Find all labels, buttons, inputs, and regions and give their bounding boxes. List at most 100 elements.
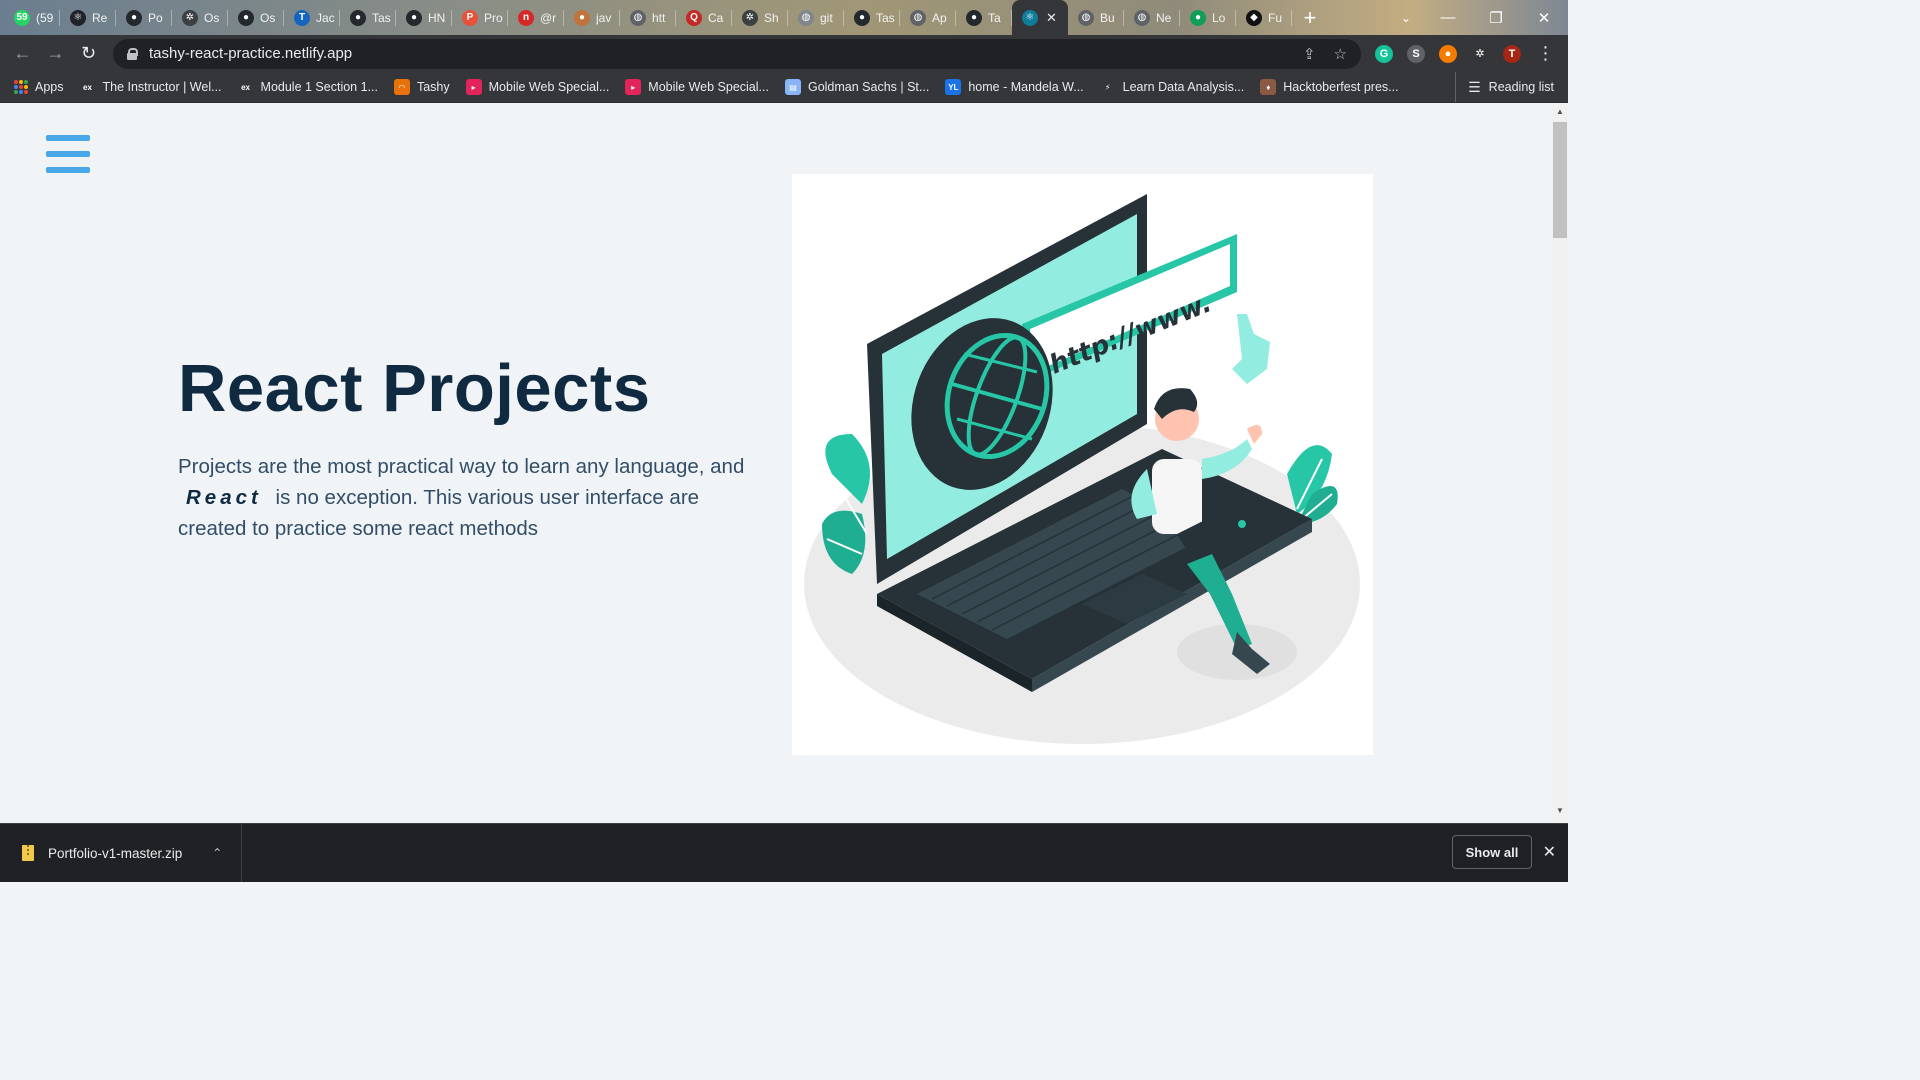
- tab-active[interactable]: ⚛ ✕: [1012, 0, 1068, 35]
- tab[interactable]: ● HN: [396, 0, 452, 35]
- tab[interactable]: ✲ Sh: [732, 0, 788, 35]
- yali-icon: YL: [945, 79, 962, 95]
- udacity-icon: ▸: [465, 79, 482, 95]
- tab[interactable]: ◍ Bu: [1068, 0, 1124, 35]
- tab-title: Fu: [1268, 10, 1283, 25]
- minimize-button[interactable]: —: [1424, 9, 1472, 26]
- tab-title: Ca: [708, 10, 724, 25]
- tab[interactable]: T Jac: [284, 0, 340, 35]
- tab[interactable]: ● Lo: [1180, 0, 1236, 35]
- bookmark-star-icon[interactable]: ☆: [1334, 45, 1347, 63]
- tab[interactable]: ◍ Ne: [1124, 0, 1180, 35]
- bookmark-item[interactable]: ◠ Tashy: [393, 79, 450, 95]
- reload-button[interactable]: ↻: [72, 43, 105, 64]
- globe-icon: ◍: [798, 9, 814, 26]
- new-tab-button[interactable]: +: [1296, 5, 1324, 31]
- download-item[interactable]: Portfolio-v1-master.zip ⌃: [0, 824, 242, 882]
- tab-title: Re: [92, 10, 108, 25]
- back-button[interactable]: ←: [6, 43, 39, 64]
- q-icon: Q: [686, 9, 702, 26]
- scrollbar-thumb[interactable]: [1553, 122, 1567, 238]
- tab[interactable]: ● Ta: [956, 0, 1012, 35]
- tab-title: jav: [596, 10, 612, 25]
- tab-title: Sh: [764, 10, 779, 25]
- tab-title: Jac: [316, 10, 335, 25]
- tab-title: HN: [428, 10, 446, 25]
- download-options-chevron-icon[interactable]: ⌃: [212, 846, 222, 860]
- page-scrollbar[interactable]: ▲ ▼: [1552, 104, 1568, 823]
- s-extension-icon[interactable]: S: [1407, 44, 1425, 63]
- tab-strip: 59 (59 ⚛ Re ● Po ✲ Os ● Os T Jac ● Tas ● HN P Pro n @r ● jav ◍…: [0, 0, 1568, 35]
- puzzle-icon[interactable]: ✲: [1471, 44, 1489, 63]
- bookmarks-bar: Apps ex The Instructor | Wel... ex Module 1…: [0, 72, 1568, 103]
- react-emphasis: React: [186, 486, 262, 509]
- description-text: Projects are the most practical way to l…: [178, 455, 745, 478]
- pointer-hand-icon: [1232, 314, 1270, 384]
- share-icon[interactable]: ⇪: [1303, 45, 1316, 63]
- lock-icon[interactable]: [127, 47, 138, 60]
- url-text[interactable]: tashy-react-practice.netlify.app: [149, 45, 352, 62]
- tab-title: Os: [204, 10, 220, 25]
- tab[interactable]: P Pro: [452, 0, 508, 35]
- tab[interactable]: ✲ Os: [172, 0, 228, 35]
- show-all-button[interactable]: Show all: [1452, 835, 1532, 869]
- download-filename[interactable]: Portfolio-v1-master.zip: [48, 846, 182, 861]
- tab[interactable]: ● Os: [228, 0, 284, 35]
- tab[interactable]: 59 (59: [4, 0, 60, 35]
- bookmark-item[interactable]: ▤ Goldman Sachs | St...: [784, 79, 929, 95]
- scroll-down-icon[interactable]: ▼: [1552, 806, 1568, 820]
- tab[interactable]: Q Ca: [676, 0, 732, 35]
- bookmark-item[interactable]: ▸ Mobile Web Special...: [465, 79, 610, 95]
- hero-illustration: http://www.: [792, 174, 1373, 755]
- p-icon: P: [462, 9, 478, 26]
- github-icon: ●: [854, 9, 870, 26]
- github-icon: ●: [238, 9, 254, 26]
- tab-title: @r: [540, 10, 557, 25]
- bookmark-item[interactable]: ⚡ Learn Data Analysis...: [1099, 79, 1245, 95]
- globe-icon: ◍: [1078, 9, 1094, 26]
- bookmark-item[interactable]: ♦ Hacktoberfest pres...: [1260, 79, 1399, 95]
- close-tab-icon[interactable]: ✕: [1046, 10, 1057, 26]
- close-window-button[interactable]: ✕: [1520, 9, 1568, 27]
- bookmark-apps[interactable]: Apps: [14, 80, 64, 94]
- bookmark-item[interactable]: ▸ Mobile Web Special...: [625, 79, 769, 95]
- tab[interactable]: ◍ htt: [620, 0, 676, 35]
- react-icon: ⚛: [1022, 9, 1038, 26]
- chrome-menu-button[interactable]: ⋮: [1529, 43, 1562, 64]
- tab[interactable]: ⚛ Re: [60, 0, 116, 35]
- close-download-bar-icon[interactable]: ✕: [1543, 842, 1556, 862]
- reading-list-button[interactable]: ☰ Reading list: [1455, 72, 1554, 102]
- bookmark-label: Module 1 Section 1...: [260, 80, 378, 94]
- bookmark-item[interactable]: ex Module 1 Section 1...: [237, 79, 378, 95]
- address-bar[interactable]: tashy-react-practice.netlify.app ⇪ ☆: [113, 38, 1361, 69]
- blog-icon: ●: [574, 9, 590, 26]
- edx-icon: ex: [237, 79, 254, 95]
- tab[interactable]: ◍ git: [788, 0, 844, 35]
- tab-search-button[interactable]: ⌄: [1388, 11, 1424, 25]
- forward-button[interactable]: →: [39, 43, 72, 64]
- bookmark-label: Tashy: [416, 80, 450, 94]
- scroll-up-icon[interactable]: ▲: [1552, 107, 1568, 121]
- tab[interactable]: ◆ Fu: [1236, 0, 1292, 35]
- tab-title: Po: [148, 10, 163, 25]
- tab[interactable]: ● Tas: [844, 0, 900, 35]
- grammarly-icon[interactable]: G: [1375, 44, 1393, 63]
- globe-icon: ◍: [630, 9, 646, 26]
- tab-list: 59 (59 ⚛ Re ● Po ✲ Os ● Os T Jac ● Tas ● HN P Pro n @r ● jav ◍…: [4, 0, 1292, 35]
- bookmark-item[interactable]: ex The Instructor | Wel...: [79, 79, 222, 95]
- honey-icon[interactable]: ●: [1439, 44, 1457, 63]
- tab[interactable]: ● Po: [116, 0, 172, 35]
- tab[interactable]: ● jav: [564, 0, 620, 35]
- bookmark-label: Mobile Web Special...: [488, 80, 610, 94]
- tab-title: Tas: [876, 10, 895, 25]
- github-icon: ●: [350, 9, 366, 26]
- bookmark-label: Learn Data Analysis...: [1122, 80, 1245, 94]
- hamburger-menu-icon[interactable]: [46, 135, 90, 175]
- profile-avatar[interactable]: T: [1503, 44, 1521, 63]
- restore-button[interactable]: ❐: [1472, 9, 1520, 27]
- page-content: React Projects Projects are the most pra…: [0, 104, 1552, 823]
- tab[interactable]: n @r: [508, 0, 564, 35]
- bookmark-item[interactable]: YL home - Mandela W...: [945, 79, 1084, 95]
- tab[interactable]: ● Tas: [340, 0, 396, 35]
- tab[interactable]: ◍ Ap: [900, 0, 956, 35]
